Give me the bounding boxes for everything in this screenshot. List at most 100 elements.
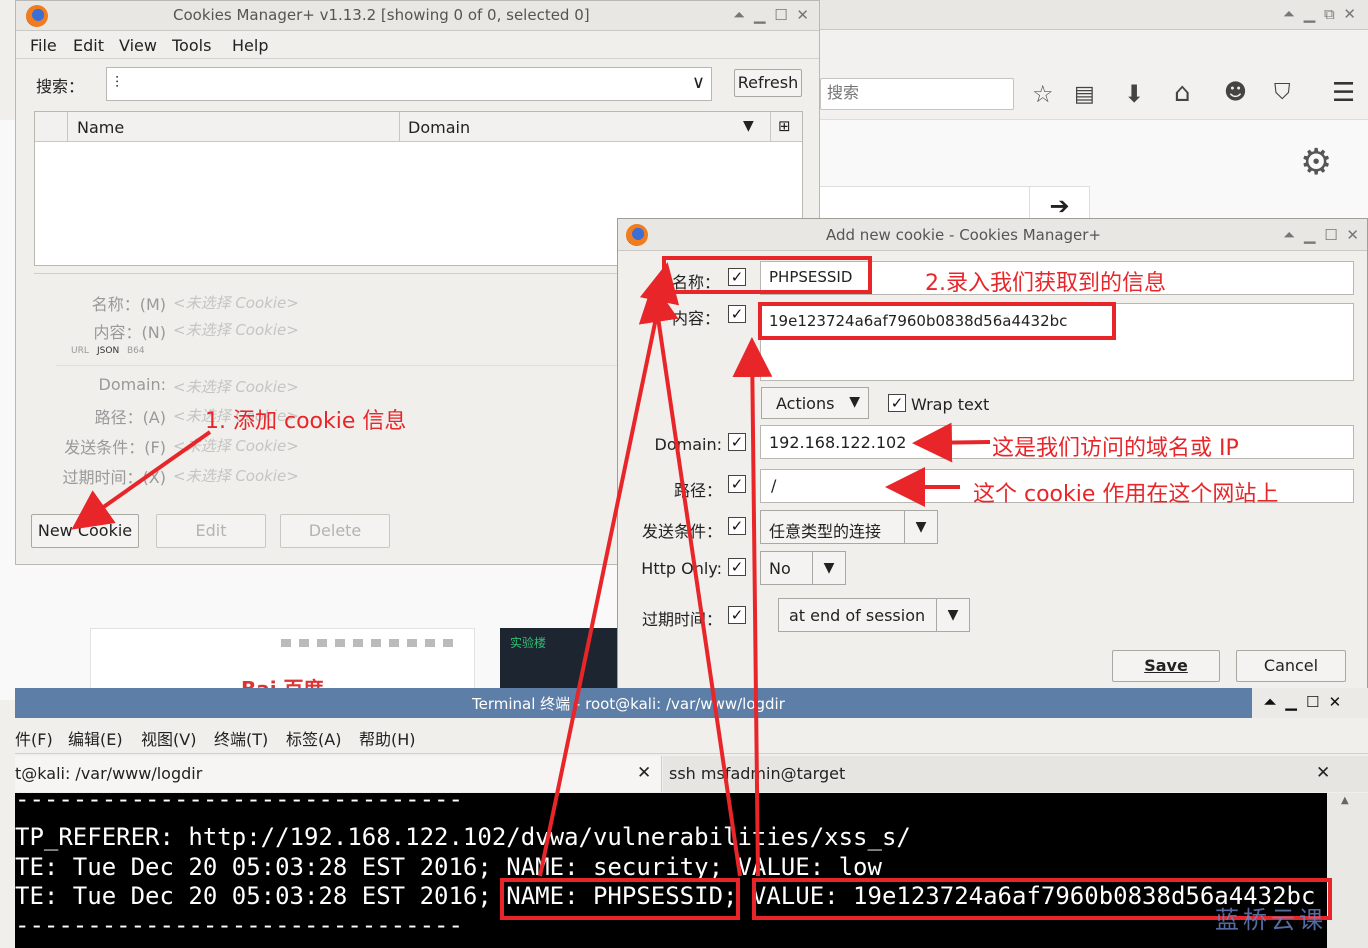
terminal-titlebar: Terminal 终端 - root@kali: /var/www/logdir… bbox=[15, 688, 1368, 718]
highlight-content bbox=[758, 302, 1116, 340]
new-cookie-button[interactable]: New Cookie bbox=[31, 514, 139, 548]
detail-path-label: 路径：(A) bbox=[94, 408, 166, 427]
wrap-checkbox[interactable]: ✓ bbox=[888, 394, 906, 412]
menu-file[interactable]: File bbox=[30, 36, 57, 55]
send-checkbox[interactable]: ✓ bbox=[728, 517, 746, 535]
http-only-label: Http Only: bbox=[641, 559, 722, 578]
menu-view[interactable]: View bbox=[119, 36, 157, 55]
expire-dropdown[interactable]: at end of session ▼ bbox=[778, 598, 970, 632]
cancel-button[interactable]: Cancel bbox=[1236, 650, 1346, 682]
detail-expire-label: 过期时间：(X) bbox=[62, 468, 166, 487]
term-menu-tabs[interactable]: 标签(A) bbox=[286, 726, 341, 750]
col-name[interactable]: Name bbox=[77, 118, 124, 137]
path-value: / bbox=[771, 476, 777, 495]
browser-titlebar: ⏶ ▁ ⧉ ✕ bbox=[820, 0, 1368, 30]
detail-expire-value: <未选择 Cookie> bbox=[173, 467, 299, 485]
term-line: TE: Tue Dec 20 05:03:28 EST 2016; NAME: … bbox=[15, 853, 882, 881]
domain-value: 192.168.122.102 bbox=[769, 433, 907, 452]
col-sort-icon[interactable]: ▼ bbox=[743, 118, 754, 134]
domain-checkbox[interactable]: ✓ bbox=[728, 433, 746, 451]
detail-content-label: 内容：(N) bbox=[93, 323, 166, 342]
save-button[interactable]: Save bbox=[1112, 650, 1220, 682]
format-b64[interactable]: B64 bbox=[127, 346, 145, 356]
terminal-output[interactable]: ------------------------------- TP_REFER… bbox=[15, 785, 1327, 948]
star-icon[interactable]: ☆ bbox=[1032, 80, 1054, 108]
format-url[interactable]: URL bbox=[71, 346, 89, 356]
cm-menubar: File Edit View Tools Help bbox=[16, 31, 819, 59]
browser-search-input[interactable] bbox=[820, 78, 1014, 110]
scroll-up-icon[interactable]: ▲ bbox=[1341, 795, 1349, 806]
terminal-scrollbar[interactable]: ▲ bbox=[1327, 793, 1368, 948]
annotation-path: 这个 cookie 作用在这个网站上 bbox=[973, 482, 1279, 507]
cm-title: Cookies Manager+ v1.13.2 [showing 0 of 0… bbox=[173, 6, 590, 24]
menu-edit[interactable]: Edit bbox=[73, 36, 104, 55]
menu-help[interactable]: Help bbox=[232, 36, 268, 55]
search-dropdown-icon[interactable]: ∨ bbox=[692, 72, 705, 93]
content-label: 内容： bbox=[671, 309, 720, 328]
pocket-icon[interactable]: ⛉ bbox=[1274, 80, 1291, 105]
annotation-domain: 这是我们访问的域名或 IP bbox=[992, 436, 1239, 461]
search-filter-icon: ⫶ bbox=[115, 73, 120, 92]
chevron-down-icon: ▼ bbox=[904, 511, 937, 543]
detail-name-value: <未选择 Cookie> bbox=[173, 294, 299, 312]
term-menu-view[interactable]: 视图(V) bbox=[141, 726, 196, 750]
path-label: 路径： bbox=[673, 481, 722, 500]
format-json[interactable]: JSON bbox=[97, 346, 119, 356]
annotation-step2: 2.录入我们获取到的信息 bbox=[925, 271, 1166, 296]
cm-search-input[interactable]: ⫶ ∨ bbox=[106, 67, 712, 101]
delete-button[interactable]: Delete bbox=[280, 514, 390, 548]
detail-name-label: 名称：(M) bbox=[91, 295, 166, 314]
shiyanlou-logo: 实验楼 bbox=[510, 636, 547, 650]
refresh-button[interactable]: Refresh bbox=[734, 69, 802, 97]
add-titlebar: Add new cookie - Cookies Manager+ ⏶ ▁ ☐ … bbox=[618, 219, 1367, 251]
highlight-name bbox=[662, 256, 872, 294]
gear-icon[interactable]: ⚙ bbox=[1300, 142, 1332, 183]
chat-icon[interactable]: ☻ bbox=[1224, 80, 1247, 105]
expire-label: 过期时间： bbox=[641, 610, 722, 629]
send-dropdown[interactable]: 任意类型的连接 ▼ bbox=[760, 510, 938, 544]
term-menu-terminal[interactable]: 终端(T) bbox=[214, 726, 268, 750]
http-only-dropdown[interactable]: No ▼ bbox=[760, 551, 846, 585]
term-menu-file[interactable]: 件(F) bbox=[15, 726, 53, 750]
menu-icon[interactable]: ☰ bbox=[1332, 78, 1355, 108]
browser-window-controls[interactable]: ⏶ ▁ ⧉ ✕ bbox=[1283, 5, 1358, 23]
firefox-icon bbox=[26, 5, 48, 27]
path-checkbox[interactable]: ✓ bbox=[728, 475, 746, 493]
chevron-down-icon: ▼ bbox=[849, 394, 860, 410]
annotation-step1: 1. 添加 cookie 信息 bbox=[205, 409, 407, 434]
search-label: 搜索： bbox=[36, 77, 85, 96]
content-checkbox[interactable]: ✓ bbox=[728, 305, 746, 323]
close-icon[interactable]: ✕ bbox=[637, 763, 651, 783]
watermark: 蓝桥云课 bbox=[1215, 906, 1327, 934]
term-menu-edit[interactable]: 编辑(E) bbox=[68, 726, 123, 750]
add-window-controls[interactable]: ⏶ ▁ ☐ ✕ bbox=[1283, 226, 1361, 244]
domain-label: Domain: bbox=[654, 435, 722, 454]
highlight-term-name bbox=[500, 878, 740, 920]
http-only-checkbox[interactable]: ✓ bbox=[728, 558, 746, 576]
send-label: 发送条件： bbox=[641, 522, 722, 541]
detail-domain-label: Domain: bbox=[98, 375, 166, 394]
detail-send-label: 发送条件：(F) bbox=[64, 438, 166, 457]
col-domain[interactable]: Domain bbox=[408, 118, 470, 137]
term-menu-help[interactable]: 帮助(H) bbox=[359, 726, 416, 750]
chevron-down-icon: ▼ bbox=[936, 599, 969, 631]
firefox-icon bbox=[626, 224, 648, 246]
term-line: TP_REFERER: http://192.168.122.102/dvwa/… bbox=[15, 823, 911, 851]
detail-domain-value: <未选择 Cookie> bbox=[173, 378, 299, 396]
terminal-window-controls[interactable]: ⏶ ▁ ☐ ✕ bbox=[1252, 688, 1368, 718]
column-picker-icon[interactable]: ⊞ bbox=[778, 117, 791, 135]
terminal-tab-2[interactable]: ssh msfadmin@target ✕ bbox=[663, 756, 1368, 792]
reading-list-icon[interactable]: ▤ bbox=[1074, 82, 1095, 107]
close-icon[interactable]: ✕ bbox=[1316, 763, 1330, 783]
terminal-menubar: 件(F) 编辑(E) 视图(V) 终端(T) 标签(A) 帮助(H) bbox=[15, 718, 1368, 754]
cm-window-controls[interactable]: ⏶ ▁ ☐ ✕ bbox=[733, 6, 811, 24]
actions-dropdown[interactable]: Actions ▼ bbox=[761, 387, 869, 419]
home-icon[interactable]: ⌂ bbox=[1174, 78, 1191, 108]
expire-checkbox[interactable]: ✓ bbox=[728, 606, 746, 624]
cm-titlebar: Cookies Manager+ v1.13.2 [showing 0 of 0… bbox=[16, 1, 819, 31]
download-icon[interactable]: ⬇ bbox=[1124, 80, 1144, 108]
list-header: Name Domain ▼ ⊞ bbox=[35, 112, 802, 142]
edit-button[interactable]: Edit bbox=[156, 514, 266, 548]
terminal-title: Terminal 终端 - root@kali: /var/www/logdir bbox=[472, 695, 785, 713]
menu-tools[interactable]: Tools bbox=[172, 36, 211, 55]
